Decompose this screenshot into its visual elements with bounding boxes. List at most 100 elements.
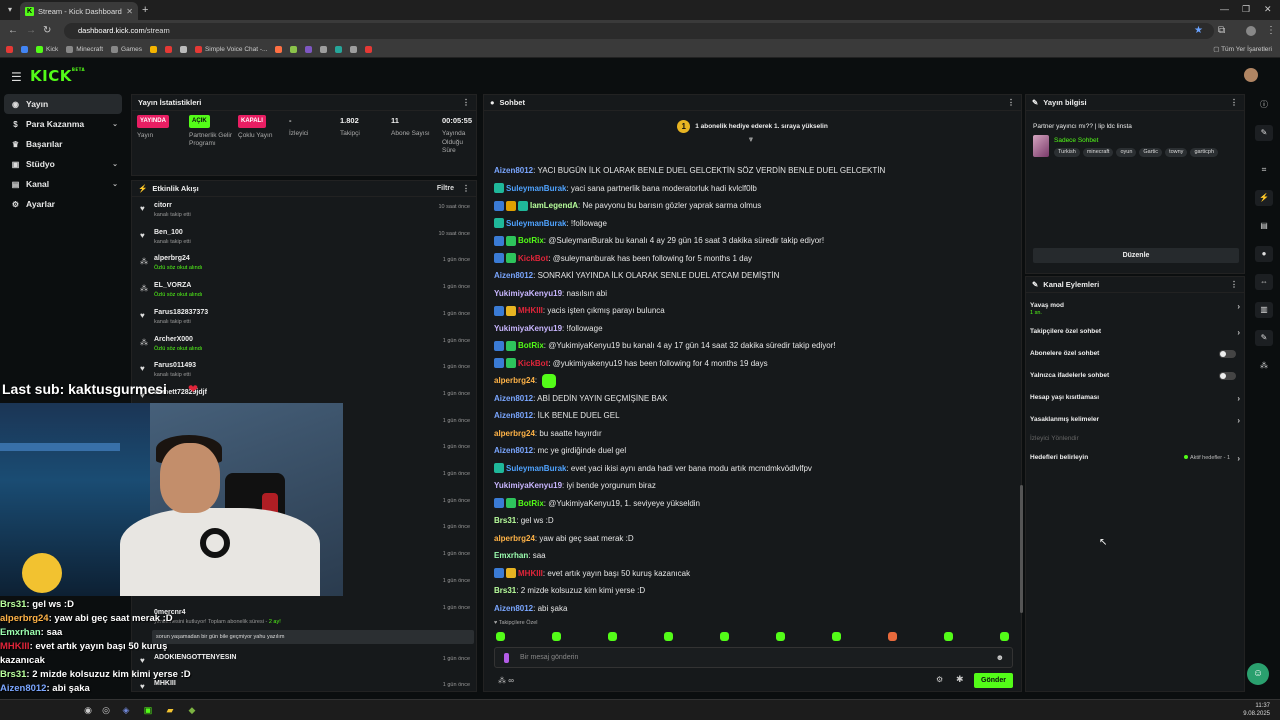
emote-shortcut-icon[interactable]: [1000, 632, 1009, 641]
bot-icon[interactable]: ✱: [956, 674, 964, 685]
chat-message[interactable]: Emxrhan: saa: [494, 547, 1014, 565]
chat-message[interactable]: BotRix: @YukimiyaKenyu19 bu kanalı 4 ay …: [494, 337, 1014, 355]
activity-user[interactable]: Ben_100: [154, 229, 183, 236]
chevron-down-icon[interactable]: ⌄: [112, 120, 118, 128]
activity-user[interactable]: Farus011493: [154, 362, 196, 369]
chat-message[interactable]: alperbrg24: yaw abi geç saat merak :D: [494, 530, 1014, 548]
chat-scrollbar[interactable]: [1020, 485, 1023, 613]
all-bookmarks-link[interactable]: ▢ Tüm Yer İşaretleri: [1213, 45, 1272, 53]
edit-button[interactable]: Düzenle: [1033, 248, 1239, 263]
forward-icon[interactable]: →: [26, 25, 36, 37]
activity-item[interactable]: ♥ citorr kanalı takip etti 10 saat önce: [132, 199, 476, 226]
activity-item[interactable]: ⁂ alperbrg24 Özlü söz okut alındı 1 gün önc…: [132, 252, 476, 279]
chat-settings-icon[interactable]: ⚙: [936, 675, 943, 684]
activity-more-icon[interactable]: ⋮: [462, 184, 470, 193]
chat-username[interactable]: BotRix: [518, 499, 544, 508]
chrome-taskbar-icon[interactable]: ◉: [82, 704, 94, 716]
chat-username[interactable]: Brs31: [494, 516, 516, 525]
activity-user[interactable]: EL_VORZA: [154, 282, 191, 289]
emote-shortcut-icon[interactable]: [664, 632, 673, 641]
chat-message[interactable]: BotRix: @SuleymanBurak bu kanalı 4 ay 29…: [494, 232, 1014, 250]
expand-chevron-icon[interactable]: ⩔: [749, 136, 753, 144]
chevron-right-icon[interactable]: ›: [1237, 302, 1240, 311]
filter-button[interactable]: Filtre: [437, 185, 454, 192]
microphone-icon[interactable]: [504, 653, 509, 663]
minimize-button[interactable]: —: [1220, 4, 1229, 14]
chat-username[interactable]: BotRix: [518, 236, 544, 245]
discord-taskbar-icon[interactable]: ◈: [120, 704, 132, 716]
browser-tab[interactable]: K Stream - Kick Dashboard ✕: [20, 2, 138, 20]
user-avatar[interactable]: [1244, 68, 1258, 82]
stream-category[interactable]: Sadece Sohbet: [1054, 137, 1098, 144]
document-icon[interactable]: ▤: [1255, 218, 1273, 234]
close-tab-icon[interactable]: ✕: [126, 7, 133, 16]
sidebar-item-3[interactable]: ♛ Başarılar: [0, 134, 128, 154]
bookmark-star-icon[interactable]: ★: [1194, 25, 1203, 37]
chat-message[interactable]: Aizen8012: İLK BENLE DUEL GEL: [494, 407, 1014, 425]
bookmark-item[interactable]: [320, 46, 328, 53]
back-icon[interactable]: ←: [8, 25, 18, 37]
chat-message[interactable]: Aizen8012: SONRAKİ YAYINDA İLK OLARAK SE…: [494, 267, 1014, 285]
activity-user[interactable]: alperbrg24: [154, 255, 190, 262]
stream-tag[interactable]: Turkish: [1054, 148, 1080, 157]
folder-taskbar-icon[interactable]: ▰: [164, 704, 176, 716]
bookmark-item[interactable]: [350, 46, 358, 53]
browser-menu-icon[interactable]: ⋮: [1266, 25, 1276, 37]
extensions-icon[interactable]: ⧉: [1218, 25, 1225, 37]
emoji-icon[interactable]: ☻: [996, 653, 1004, 663]
hamburger-menu-icon[interactable]: ☰: [11, 70, 22, 84]
chat-message[interactable]: YukimiyaKenyu19: !followage: [494, 320, 1014, 338]
chevron-right-icon[interactable]: ›: [1237, 394, 1240, 403]
stream-tag[interactable]: oyun: [1116, 148, 1137, 157]
activity-item[interactable]: ♥ Farus182837373 kanalı takip etti 1 gün ön…: [132, 306, 476, 333]
people-icon[interactable]: ⁂: [1255, 358, 1273, 374]
activity-item[interactable]: ⁂ ArcherX000 Özlü söz okut alındı 1 gün önc…: [132, 333, 476, 360]
chat-message[interactable]: Aizen8012: abi şaka: [494, 600, 1014, 618]
chat-username[interactable]: KickBot: [518, 254, 548, 263]
sidebar-item-4[interactable]: ▣ Stüdyo ⌄: [0, 154, 128, 174]
sidebar-item-5[interactable]: ▤ Kanal ⌄: [0, 174, 128, 194]
bookmark-item[interactable]: Games: [111, 46, 142, 53]
chat-message[interactable]: KickBot: @yukimiyakenyu19 has been follo…: [494, 355, 1014, 373]
actions-more-icon[interactable]: ⋮: [1230, 280, 1238, 289]
chat-message[interactable]: SuleymanBurak: !followage: [494, 215, 1014, 233]
chat-message[interactable]: YukimiyaKenyu19: nasılsın abi: [494, 285, 1014, 303]
channel-action-row[interactable]: Takipçilere özel sohbet ›: [1030, 328, 1240, 337]
stream-tag[interactable]: garticph: [1190, 148, 1219, 157]
bookmark-item[interactable]: Minecraft: [66, 46, 103, 53]
bookmark-item[interactable]: Kick: [36, 46, 58, 53]
sidebar-item-2[interactable]: $ Para Kazanma ⌄: [0, 114, 128, 134]
chat-message[interactable]: BotRix: @YukimiyaKenyu19, 1. seviyeye yü…: [494, 495, 1014, 513]
crop-icon[interactable]: ⌗: [1255, 162, 1273, 178]
chat-username[interactable]: Aizen8012: [494, 446, 533, 455]
chat-message[interactable]: Brs31: gel ws :D: [494, 512, 1014, 530]
sidebar-item-6[interactable]: ⚙ Ayarlar: [0, 194, 128, 214]
chat-message[interactable]: KickBot: @suleymanburak has been followi…: [494, 250, 1014, 268]
chat-username[interactable]: SuleymanBurak: [506, 464, 566, 473]
address-bar[interactable]: dashboard.kick.com/stream: [64, 23, 1214, 39]
lightning-tool-icon[interactable]: ⚡: [1255, 190, 1273, 206]
kick-taskbar-icon[interactable]: ▣: [142, 704, 154, 716]
info-more-icon[interactable]: ⋮: [1230, 98, 1238, 107]
chat-username[interactable]: IamLegendA: [530, 201, 578, 210]
activity-user[interactable]: citorr: [154, 202, 172, 209]
channel-action-row[interactable]: Hesap yaşı kısıtlaması ›: [1030, 394, 1240, 403]
pinned-gift-banner[interactable]: 1 1 abonelik hediye ederek 1. sıraya yük…: [484, 112, 1021, 143]
bookmark-item[interactable]: Simple Voice Chat -...: [194, 46, 267, 53]
chat-message[interactable]: alperbrg24: bu saatte hayırdır: [494, 425, 1014, 443]
bookmark-item[interactable]: [290, 46, 298, 53]
emote-shortcut-icon[interactable]: [944, 632, 953, 641]
activity-user[interactable]: Farus182837373: [154, 309, 208, 316]
send-button[interactable]: Gönder: [974, 673, 1013, 688]
stream-tag[interactable]: towny: [1165, 148, 1188, 157]
chat-message[interactable]: MHKIII: evet artık yayın başı 50 kuruş k…: [494, 565, 1014, 583]
chat-username[interactable]: YukimiyaKenyu19: [494, 324, 562, 333]
chat-message[interactable]: alperbrg24:: [494, 372, 1014, 390]
chat-username[interactable]: Aizen8012: [494, 271, 533, 280]
bookmark-item[interactable]: [164, 46, 172, 53]
tab-search-button[interactable]: ▾: [4, 4, 16, 16]
chat-username[interactable]: SuleymanBurak: [506, 219, 566, 228]
emote-shortcut-icon[interactable]: [832, 632, 841, 641]
chat-username[interactable]: Emxrhan: [494, 551, 528, 560]
stats-more-icon[interactable]: ⋮: [462, 98, 470, 107]
